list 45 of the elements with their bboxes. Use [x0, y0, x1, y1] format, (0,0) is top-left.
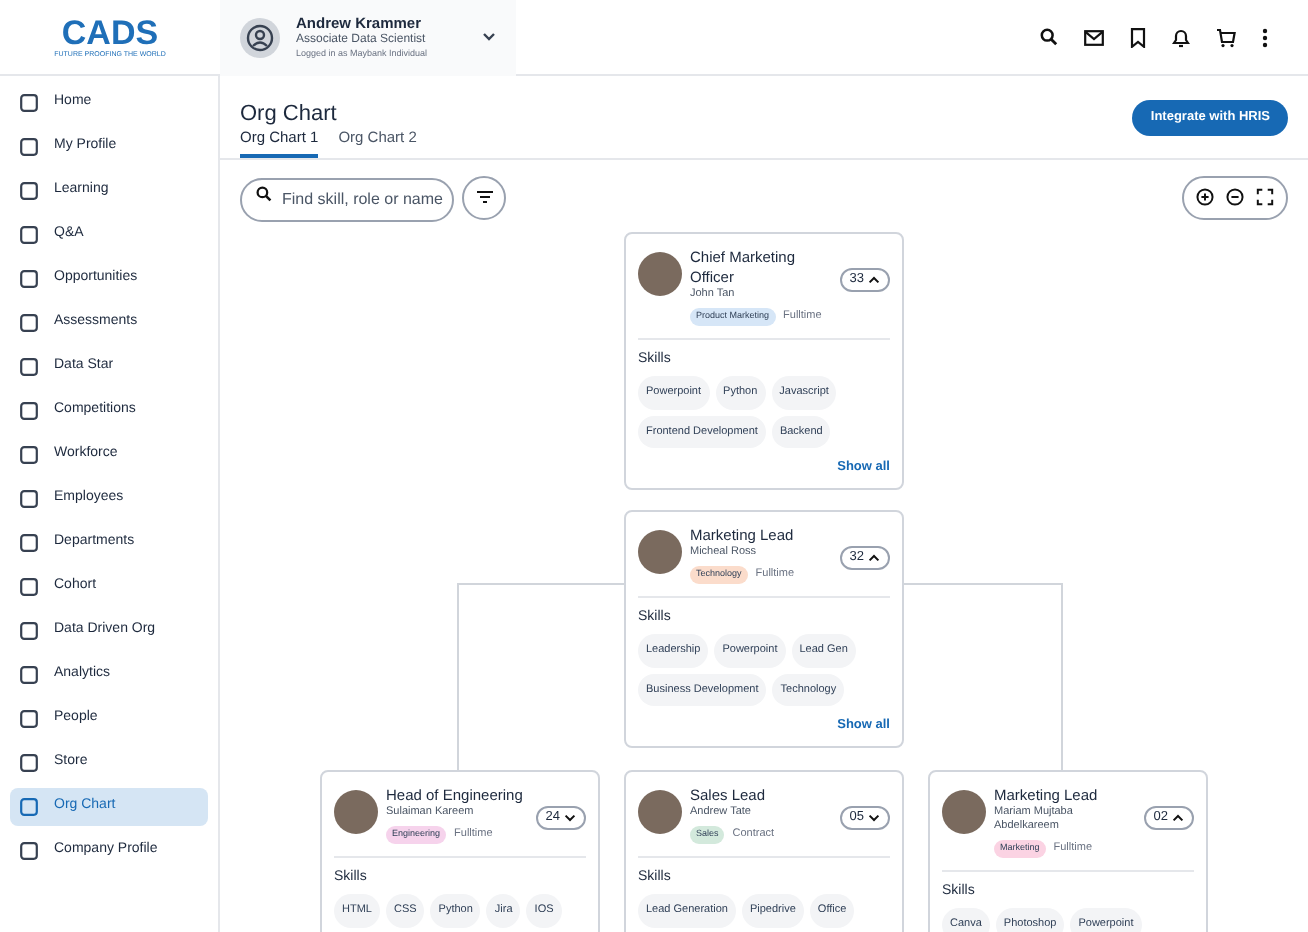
- bell-icon[interactable]: [1172, 27, 1190, 47]
- square-icon: [20, 754, 38, 772]
- square-icon: [20, 842, 38, 860]
- photo-placeholder: [638, 790, 682, 834]
- filter-button[interactable]: [462, 175, 506, 219]
- more-icon[interactable]: [1262, 27, 1268, 47]
- square-icon: [20, 94, 38, 112]
- square-icon: [20, 138, 38, 156]
- square-icon: [20, 358, 38, 376]
- chevron-down-icon: [482, 32, 496, 42]
- photo-placeholder: [942, 790, 986, 834]
- square-icon: [20, 578, 38, 596]
- zoom-in-icon[interactable]: [1196, 188, 1214, 206]
- square-icon: [20, 446, 38, 464]
- square-icon: [20, 182, 38, 200]
- photo-placeholder: [638, 530, 682, 574]
- chevron-down-icon: [564, 814, 576, 822]
- square-icon: [20, 314, 38, 332]
- square-icon: [20, 798, 38, 816]
- square-icon: [20, 270, 38, 288]
- square-icon: [20, 534, 38, 552]
- filter-icon: [475, 190, 493, 204]
- chevron-up-icon: [868, 554, 880, 562]
- square-icon: [20, 710, 38, 728]
- bookmark-icon[interactable]: [1130, 27, 1146, 47]
- chevron-up-icon: [868, 276, 880, 284]
- square-icon: [20, 226, 38, 244]
- square-icon: [20, 666, 38, 684]
- photo-placeholder: [334, 790, 378, 834]
- square-icon: [20, 402, 38, 420]
- fullscreen-icon[interactable]: [1256, 188, 1274, 206]
- search-icon[interactable]: [1040, 28, 1058, 46]
- square-icon: [20, 490, 38, 508]
- chevron-down-icon: [868, 814, 880, 822]
- logo-text: CADS: [61, 15, 159, 50]
- cart-icon[interactable]: [1216, 27, 1236, 47]
- zoom-out-icon[interactable]: [1226, 188, 1244, 206]
- square-icon: [20, 622, 38, 640]
- user-avatar-icon: [240, 17, 280, 57]
- search-field[interactable]: Find skill, role or name: [240, 177, 454, 222]
- photo-placeholder: [638, 252, 682, 296]
- search-icon: [256, 186, 272, 203]
- mail-icon[interactable]: [1084, 29, 1104, 45]
- page-title: Org Chart: [240, 100, 337, 131]
- chevron-up-icon: [1172, 814, 1184, 822]
